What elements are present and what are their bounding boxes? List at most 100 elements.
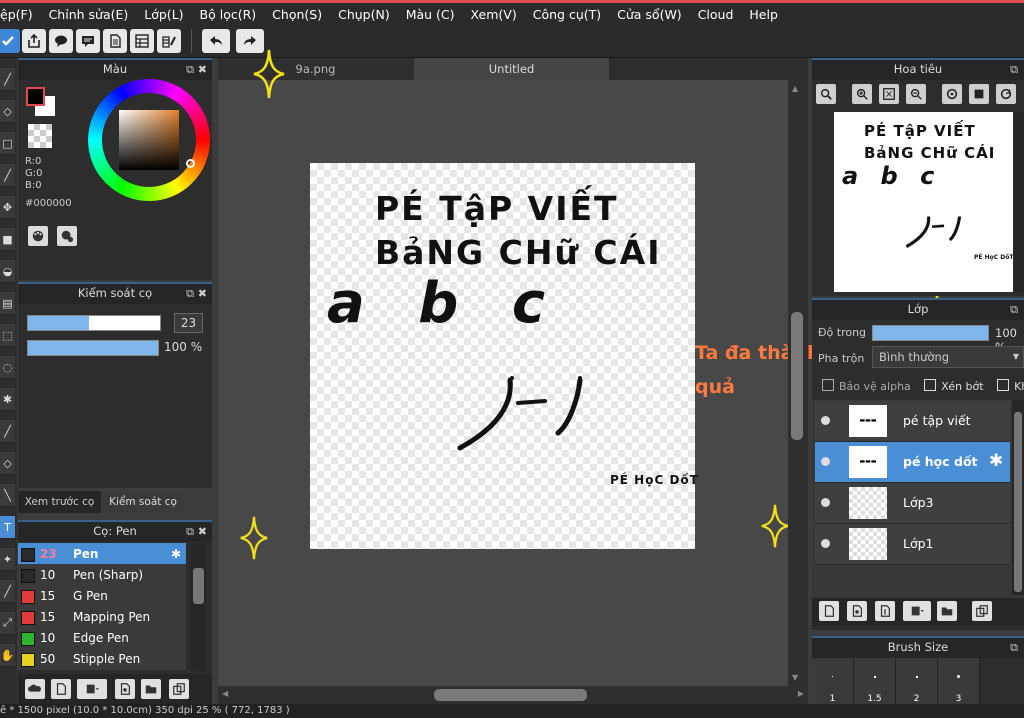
tab-brush-preview[interactable]: Xem trước cọ <box>18 491 101 513</box>
canvas-vscrollbar[interactable]: ▲ ▼ <box>788 80 808 686</box>
popout-icon[interactable]: ⧉ <box>186 60 194 79</box>
tab-9a-png[interactable]: 9a.png <box>218 58 413 80</box>
brush-size-option[interactable]: 3 <box>938 658 980 704</box>
visibility-icon[interactable] <box>821 498 830 507</box>
select-rect-icon[interactable]: ⬚ <box>0 324 15 347</box>
rotate-left-icon[interactable] <box>942 84 962 104</box>
document-canvas[interactable]: PÉ TậP VIẾT BảNG CHữ CÁI a b c PÉ HọC Dố… <box>310 163 698 549</box>
brush-add-dropdown-icon[interactable] <box>77 679 107 699</box>
popout-icon[interactable]: ⧉ <box>1010 300 1018 319</box>
menu-layer[interactable]: Lớp(L) <box>136 7 191 22</box>
gear-icon[interactable]: ✱ <box>989 451 1003 471</box>
layer-row[interactable]: ▬▬▬ pé tập viết <box>815 401 1010 442</box>
blend-mode-select[interactable]: Bình thường ▼ <box>872 346 1024 368</box>
close-icon[interactable]: ✖ <box>198 284 207 303</box>
brush-size-option[interactable]: 1.5 <box>854 658 896 704</box>
fit-icon[interactable] <box>879 84 899 104</box>
menu-window[interactable]: Cửa sổ(W) <box>609 7 690 22</box>
bucket-tool-icon[interactable]: ◒ <box>0 260 15 283</box>
brush-size-slider[interactable] <box>27 315 161 331</box>
navigator-preview[interactable]: PÉ TậP VIẾT BảNG CHữ CÁI a b c PÉ HọC Dố… <box>834 112 1013 292</box>
popout-icon[interactable]: ⧉ <box>186 284 194 303</box>
brush-item[interactable]: 15 G Pen <box>18 585 186 607</box>
layer-opacity-slider[interactable] <box>872 325 989 341</box>
lock-checkbox[interactable] <box>997 379 1010 391</box>
layer-row[interactable]: Lớp1 <box>815 524 1010 565</box>
brush-item[interactable]: 50 Stipple Pen <box>18 648 186 670</box>
saturation-square[interactable] <box>119 110 179 170</box>
document-icon[interactable] <box>103 29 127 53</box>
popout-icon[interactable]: ⧉ <box>186 522 194 541</box>
protect-alpha-checkbox[interactable] <box>822 379 834 391</box>
color-settings-icon[interactable] <box>57 226 77 246</box>
foreground-swatch[interactable] <box>26 87 45 106</box>
duplicate-icon[interactable] <box>169 679 189 699</box>
duplicate-layer-icon[interactable] <box>972 601 992 621</box>
menu-tools[interactable]: Công cụ(T) <box>525 7 609 22</box>
add-layer-dropdown-icon[interactable] <box>903 601 931 621</box>
eyedropper-icon[interactable]: ╲ <box>0 484 15 507</box>
zoom-in-icon[interactable] <box>852 84 872 104</box>
brush-settings-icon[interactable] <box>115 679 135 699</box>
tab-brush-control[interactable]: Kiểm soát cọ <box>102 491 184 513</box>
menu-select[interactable]: Chọn(S) <box>264 7 330 22</box>
move-tool-icon[interactable]: ✥ <box>0 196 15 219</box>
new-1bit-layer-icon[interactable] <box>875 601 895 621</box>
menu-help[interactable]: Help <box>741 7 786 22</box>
gradient-tool-icon[interactable]: ▤ <box>0 292 15 315</box>
check-icon[interactable] <box>0 29 20 53</box>
menu-view[interactable]: Xem(V) <box>463 7 525 22</box>
rotate-right-icon[interactable] <box>996 84 1016 104</box>
layout-icon[interactable] <box>130 29 154 53</box>
hue-ring[interactable] <box>88 79 210 201</box>
hue-handle[interactable] <box>186 159 195 168</box>
rect-tool-icon[interactable]: □ <box>0 132 15 155</box>
close-icon[interactable]: ✖ <box>198 60 207 79</box>
brush-item[interactable]: 15 Mapping Pen <box>18 606 186 628</box>
magic-wand-icon[interactable]: ✱ <box>0 388 15 411</box>
brush-item[interactable]: 10 Pen (Sharp) <box>18 564 186 586</box>
zoom-search-icon[interactable] <box>816 84 836 104</box>
brush-opacity-slider[interactable] <box>27 340 159 356</box>
close-icon[interactable]: ✖ <box>198 522 207 541</box>
share-icon[interactable] <box>22 29 46 53</box>
gear-icon[interactable]: ✱ <box>171 543 181 565</box>
visibility-icon[interactable] <box>821 416 830 425</box>
hand-icon[interactable]: ✋ <box>0 644 15 667</box>
select-pen-icon[interactable]: ╱ <box>0 420 15 443</box>
layer-row-selected[interactable]: ▬▬▬ pé học dốt ✱ <box>815 442 1010 483</box>
brush-item[interactable]: 23 Pen ✱ <box>18 543 186 565</box>
reset-view-icon[interactable] <box>969 84 989 104</box>
brush-size-option[interactable]: 2 <box>896 658 938 704</box>
brush-tool-icon[interactable]: ╱ <box>0 164 15 187</box>
brush-size-value[interactable]: 23 <box>174 313 203 333</box>
visibility-icon[interactable] <box>821 457 830 466</box>
folder-icon[interactable] <box>141 679 161 699</box>
new-brush-icon[interactable] <box>51 679 71 699</box>
pointer-icon[interactable]: ✦ <box>0 548 15 571</box>
menu-edit[interactable]: Chỉnh sửa(E) <box>41 7 137 22</box>
text-tool-icon[interactable]: T <box>0 516 15 539</box>
layer-list-scrollbar[interactable] <box>1012 400 1024 595</box>
transparent-swatch[interactable] <box>28 124 52 148</box>
brush-item[interactable]: 10 Edge Pen <box>18 627 186 649</box>
menu-capture[interactable]: Chụp(N) <box>330 7 398 22</box>
palette-icon[interactable] <box>28 226 48 246</box>
grid-edit-icon[interactable] <box>157 29 181 53</box>
visibility-icon[interactable] <box>821 539 830 548</box>
layer-folder-icon[interactable] <box>937 601 957 621</box>
popout-icon[interactable]: ⧉ <box>1010 60 1018 79</box>
layer-row[interactable]: Lớp3 <box>815 483 1010 524</box>
undo-icon[interactable] <box>202 29 230 53</box>
lasso-icon[interactable]: ◌ <box>0 356 15 379</box>
canvas-hscrollbar[interactable]: ◀ ▶ <box>218 686 808 704</box>
brush-size-option[interactable]: 1 <box>812 658 854 704</box>
comment-icon[interactable] <box>49 29 73 53</box>
pen-tool-icon[interactable]: ╱ <box>0 68 15 91</box>
fill-rect-tool-icon[interactable]: ■ <box>0 228 15 251</box>
popout-icon[interactable]: ⧉ <box>1010 638 1018 657</box>
cloud-brush-icon[interactable] <box>25 679 45 699</box>
zoom-icon[interactable]: ⤢ <box>0 612 15 635</box>
clip-checkbox[interactable] <box>924 379 937 391</box>
zoom-out-icon[interactable] <box>906 84 926 104</box>
